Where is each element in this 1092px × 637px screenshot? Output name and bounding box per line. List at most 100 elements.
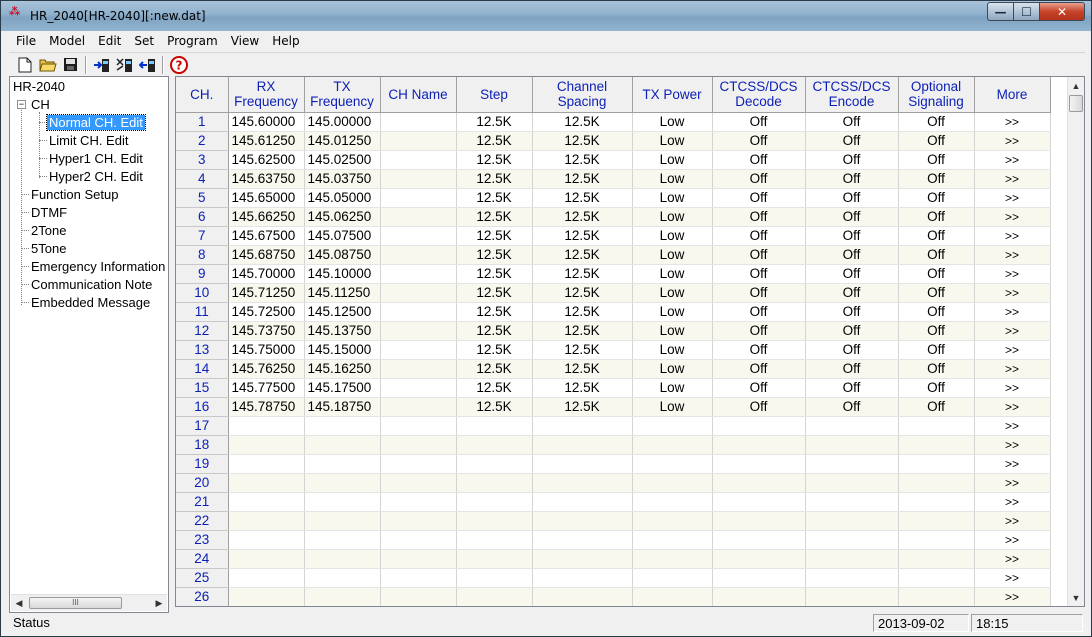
channel-spacing-cell[interactable]: 12.5K	[532, 283, 633, 303]
maximize-button[interactable]: ☐	[1013, 2, 1039, 21]
rx-frequency-cell[interactable]: 145.73750	[228, 321, 305, 341]
channel-spacing-cell[interactable]: 12.5K	[532, 226, 633, 246]
tx-power-cell[interactable]: Low	[632, 112, 713, 132]
optional-signaling-cell[interactable]: Off	[898, 207, 975, 227]
step-cell[interactable]: 12.5K	[456, 207, 533, 227]
rx-frequency-cell[interactable]: 145.62500	[228, 150, 305, 170]
optional-signaling-cell[interactable]: Off	[898, 226, 975, 246]
column-header[interactable]: More	[974, 77, 1051, 113]
more-button[interactable]: >>	[974, 397, 1051, 417]
step-cell[interactable]: 12.5K	[456, 226, 533, 246]
more-button[interactable]: >>	[974, 207, 1051, 227]
channel-number[interactable]: 24	[176, 549, 229, 569]
menu-model[interactable]: Model	[42, 31, 91, 51]
channel-number[interactable]: 18	[176, 435, 229, 455]
scroll-down-icon[interactable]: ▼	[1068, 589, 1084, 606]
scroll-left-icon[interactable]: ◀	[11, 595, 27, 611]
tx-power-cell[interactable]: Low	[632, 283, 713, 303]
tx-power-cell[interactable]: Low	[632, 207, 713, 227]
scroll-up-icon[interactable]: ▲	[1068, 77, 1084, 94]
channel-number[interactable]: 7	[176, 226, 229, 246]
more-button[interactable]: >>	[974, 112, 1051, 132]
channel-number[interactable]: 15	[176, 378, 229, 398]
close-button[interactable]: ✕	[1039, 2, 1085, 21]
channel-number[interactable]: 22	[176, 511, 229, 531]
write-radio-icon[interactable]	[113, 55, 136, 75]
more-button[interactable]: >>	[974, 245, 1051, 265]
column-header[interactable]: CH.	[176, 77, 229, 113]
tx-frequency-cell[interactable]: 145.18750	[304, 397, 381, 417]
tx-frequency-cell[interactable]	[304, 416, 381, 436]
step-cell[interactable]: 12.5K	[456, 264, 533, 284]
step-cell[interactable]	[456, 492, 533, 512]
tx-power-cell[interactable]: Low	[632, 340, 713, 360]
rx-frequency-cell[interactable]	[228, 530, 305, 550]
tx-frequency-cell[interactable]	[304, 511, 381, 531]
ctcss-decode-cell[interactable]	[712, 568, 806, 588]
ch-name-cell[interactable]	[380, 454, 457, 474]
optional-signaling-cell[interactable]: Off	[898, 359, 975, 379]
tx-frequency-cell[interactable]: 145.11250	[304, 283, 381, 303]
optional-signaling-cell[interactable]: Off	[898, 397, 975, 417]
channel-number[interactable]: 6	[176, 207, 229, 227]
read-radio-icon[interactable]	[90, 55, 113, 75]
rx-frequency-cell[interactable]: 145.61250	[228, 131, 305, 151]
channel-number[interactable]: 12	[176, 321, 229, 341]
channel-number[interactable]: 9	[176, 264, 229, 284]
channel-spacing-cell[interactable]: 12.5K	[532, 169, 633, 189]
more-button[interactable]: >>	[974, 492, 1051, 512]
channel-number[interactable]: 21	[176, 492, 229, 512]
ctcss-encode-cell[interactable]: Off	[805, 340, 899, 360]
menu-help[interactable]: Help	[265, 31, 305, 51]
step-cell[interactable]: 12.5K	[456, 340, 533, 360]
ctcss-decode-cell[interactable]: Off	[712, 359, 806, 379]
ch-name-cell[interactable]	[380, 530, 457, 550]
ctcss-encode-cell[interactable]: Off	[805, 397, 899, 417]
tx-frequency-cell[interactable]	[304, 568, 381, 588]
channel-spacing-cell[interactable]: 12.5K	[532, 321, 633, 341]
channel-spacing-cell[interactable]	[532, 530, 633, 550]
rx-frequency-cell[interactable]	[228, 549, 305, 569]
ctcss-decode-cell[interactable]: Off	[712, 264, 806, 284]
ctcss-decode-cell[interactable]: Off	[712, 131, 806, 151]
tree-root[interactable]: HR-2040	[13, 78, 65, 95]
rx-frequency-cell[interactable]: 145.68750	[228, 245, 305, 265]
rx-frequency-cell[interactable]	[228, 416, 305, 436]
rx-frequency-cell[interactable]	[228, 568, 305, 588]
tx-power-cell[interactable]: Low	[632, 169, 713, 189]
ctcss-encode-cell[interactable]: Off	[805, 112, 899, 132]
scroll-thumb[interactable]	[1069, 95, 1083, 112]
step-cell[interactable]	[456, 511, 533, 531]
ch-name-cell[interactable]	[380, 473, 457, 493]
ch-name-cell[interactable]	[380, 245, 457, 265]
ctcss-decode-cell[interactable]	[712, 454, 806, 474]
channel-spacing-cell[interactable]	[532, 492, 633, 512]
ch-name-cell[interactable]	[380, 302, 457, 322]
tx-power-cell[interactable]	[632, 416, 713, 436]
optional-signaling-cell[interactable]	[898, 587, 975, 606]
tree-node-5tone[interactable]: 5Tone	[31, 240, 66, 257]
tx-power-cell[interactable]: Low	[632, 378, 713, 398]
optional-signaling-cell[interactable]: Off	[898, 264, 975, 284]
ch-name-cell[interactable]	[380, 568, 457, 588]
channel-number[interactable]: 8	[176, 245, 229, 265]
minimize-button[interactable]: —	[987, 2, 1013, 21]
tx-frequency-cell[interactable]: 145.02500	[304, 150, 381, 170]
channel-spacing-cell[interactable]: 12.5K	[532, 359, 633, 379]
tx-frequency-cell[interactable]	[304, 473, 381, 493]
ch-name-cell[interactable]	[380, 264, 457, 284]
ctcss-decode-cell[interactable]	[712, 530, 806, 550]
tx-frequency-cell[interactable]	[304, 530, 381, 550]
ch-name-cell[interactable]	[380, 549, 457, 569]
ctcss-encode-cell[interactable]: Off	[805, 169, 899, 189]
tx-frequency-cell[interactable]: 145.17500	[304, 378, 381, 398]
tree-node-communication-note[interactable]: Communication Note	[31, 276, 152, 293]
more-button[interactable]: >>	[974, 340, 1051, 360]
menu-view[interactable]: View	[224, 31, 265, 51]
more-button[interactable]: >>	[974, 473, 1051, 493]
channel-spacing-cell[interactable]: 12.5K	[532, 188, 633, 208]
rx-frequency-cell[interactable]	[228, 511, 305, 531]
channel-spacing-cell[interactable]	[532, 473, 633, 493]
more-button[interactable]: >>	[974, 511, 1051, 531]
column-header[interactable]: Step	[456, 77, 533, 113]
